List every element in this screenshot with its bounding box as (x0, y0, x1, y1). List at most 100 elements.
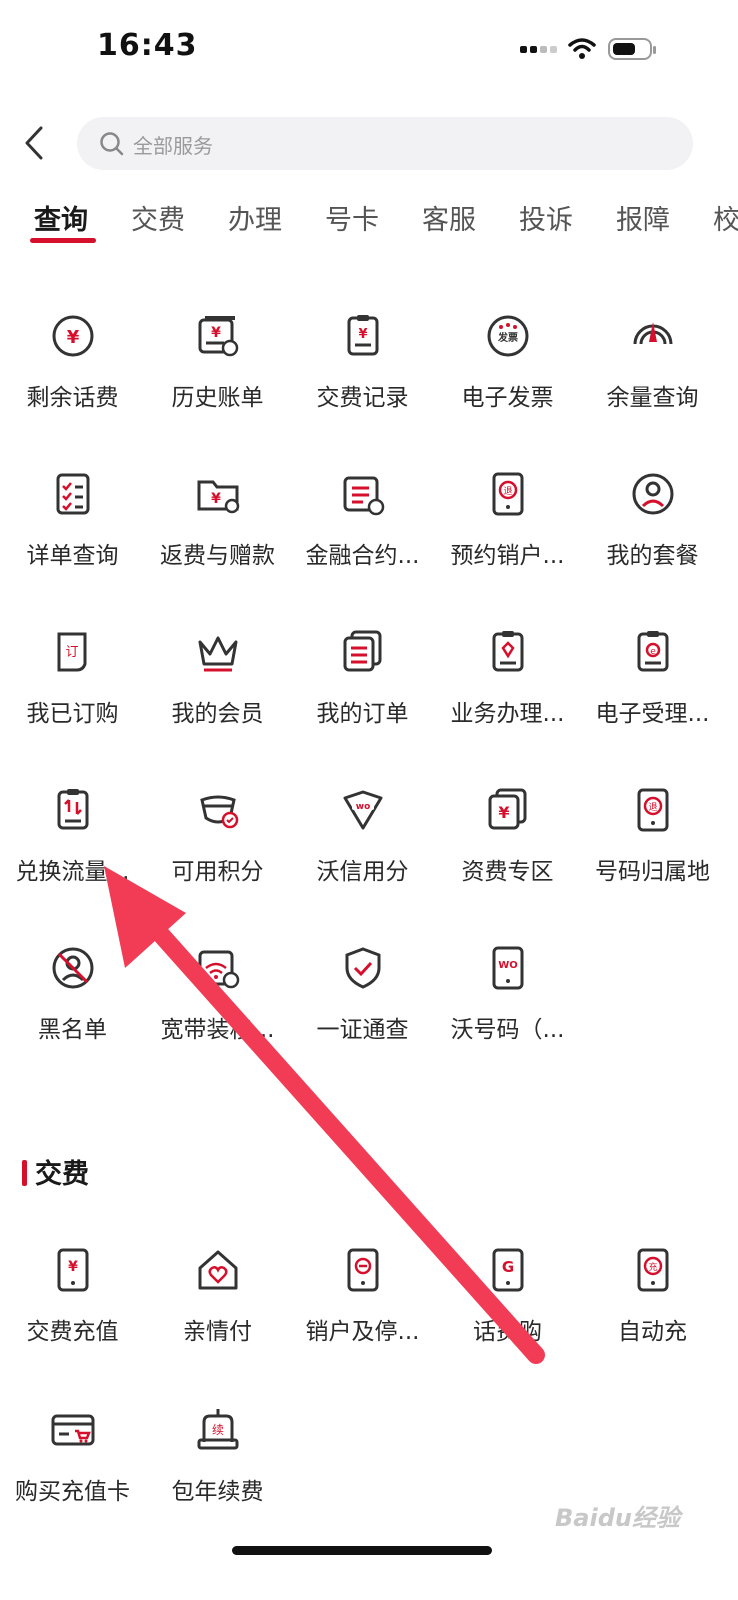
tariff-icon (484, 786, 532, 834)
watermark: Baidu经验 (555, 1504, 680, 1532)
broadband-icon (194, 944, 242, 992)
grid-item-number-location[interactable]: 号码归属地 (580, 786, 725, 906)
grid-item-label: 购买充值卡 (15, 1479, 130, 1505)
wo-credit-icon (339, 786, 387, 834)
invoice-icon (484, 312, 532, 360)
section-accent-bar (22, 1160, 27, 1186)
tab-number-card[interactable]: 号卡 (325, 198, 379, 237)
phone-g-icon (484, 1246, 532, 1294)
grid-item-refund-gift[interactable]: 返费与赠款 (145, 470, 290, 590)
wifi-icon (568, 38, 596, 59)
grid-item-label: 自动充 (618, 1319, 687, 1345)
grid-item-label: 预约销户... (450, 543, 565, 569)
phone-location-icon (629, 786, 677, 834)
grid-item-label: 电子受理... (595, 701, 710, 727)
section-title-pay: 交费 (22, 1152, 89, 1191)
blacklist-icon (49, 944, 97, 992)
tab-query[interactable]: 查询 (34, 198, 88, 237)
phone-auto-icon (629, 1246, 677, 1294)
grid-item-label: 包年续费 (171, 1479, 264, 1505)
grid-item-e-acceptance[interactable]: 电子受理... (580, 628, 725, 748)
tab-report-fault[interactable]: 报障 (616, 198, 670, 237)
grid-item-label: 沃号码（... (450, 1017, 565, 1043)
grid-item-blacklist[interactable]: 黑名单 (0, 944, 145, 1064)
battery-icon (608, 38, 656, 60)
search-icon (100, 132, 124, 156)
grid-item-annual-renew[interactable]: 包年续费 (145, 1406, 290, 1526)
active-tab-indicator (30, 238, 96, 243)
wo-phone-icon (484, 944, 532, 992)
refund-folder-icon (194, 470, 242, 518)
tab-handle[interactable]: 办理 (228, 198, 282, 237)
grid-item-exchange-data[interactable]: 兑换流量... (0, 786, 145, 906)
grid-item-family-pay[interactable]: 亲情付 (145, 1246, 290, 1366)
grid-item-top-up[interactable]: 交费充值 (0, 1246, 145, 1366)
grid-item-finance-contract[interactable]: 金融合约... (290, 470, 435, 590)
grid-item-label: 销户及停... (305, 1319, 420, 1345)
grid-item-id-check[interactable]: 一证通查 (290, 944, 435, 1064)
grid-item-my-plan[interactable]: 我的套餐 (580, 470, 725, 590)
grid-item-label: 交费记录 (316, 385, 409, 411)
grid-item-label: 话费购 (473, 1319, 542, 1345)
grid-item-label: 我的套餐 (606, 543, 699, 569)
cellular-signal-icon (520, 38, 560, 57)
grid-item-remaining-balance[interactable]: 剩余话费 (0, 312, 145, 432)
grid-item-subscribed[interactable]: 我已订购 (0, 628, 145, 748)
clipboard-icon (339, 312, 387, 360)
grid-item-label: 详单查询 (26, 543, 119, 569)
grid-item-label: 我已订购 (26, 701, 119, 727)
grid-item-label: 我的会员 (171, 701, 264, 727)
home-indicator[interactable] (232, 1546, 492, 1555)
tab-pay[interactable]: 交费 (131, 198, 185, 237)
grid-item-label: 宽带装移... (160, 1017, 275, 1043)
grid-item-credit-shopping[interactable]: 话费购 (435, 1246, 580, 1366)
grid-item-broadband-install[interactable]: 宽带装移... (145, 944, 290, 1064)
grid-item-tariff-zone[interactable]: 资费专区 (435, 786, 580, 906)
grid-item-label: 一证通查 (316, 1017, 409, 1043)
grid-item-cancel-suspend[interactable]: 销户及停... (290, 1246, 435, 1366)
user-circle-icon (629, 470, 677, 518)
grid-item-usage-query[interactable]: 余量查询 (580, 312, 725, 432)
section-title-text: 交费 (35, 1159, 89, 1190)
grid-item-label: 交费充值 (26, 1319, 119, 1345)
grid-item-label: 黑名单 (38, 1017, 107, 1043)
tab-customer-service[interactable]: 客服 (422, 198, 476, 237)
grid-item-my-membership[interactable]: 我的会员 (145, 628, 290, 748)
service-clipboard-icon (484, 628, 532, 676)
renew-icon (194, 1406, 242, 1454)
grid-item-label: 我的订单 (316, 701, 409, 727)
back-arrow-icon[interactable] (22, 125, 46, 161)
grid-item-label: 可用积分 (171, 859, 264, 885)
tab-more[interactable]: 校 (713, 198, 738, 237)
grid-item-label: 业务办理... (450, 701, 565, 727)
grid-item-payment-record[interactable]: 交费记录 (290, 312, 435, 432)
gauge-icon (629, 312, 677, 360)
bill-history-icon (194, 312, 242, 360)
grid-item-e-invoice[interactable]: 电子发票 (435, 312, 580, 432)
grid-item-label: 余量查询 (606, 385, 699, 411)
crown-icon (194, 628, 242, 676)
grid-item-label: 剩余话费 (26, 385, 119, 411)
grid-item-label: 沃信用分 (316, 859, 409, 885)
search-input[interactable]: 全部服务 (77, 117, 693, 170)
contract-icon (339, 470, 387, 518)
grid-item-wo-number[interactable]: 沃号码（... (435, 944, 580, 1064)
grid-item-detail-query[interactable]: 详单查询 (0, 470, 145, 590)
tab-complaint[interactable]: 投诉 (519, 198, 573, 237)
orders-icon (339, 628, 387, 676)
status-time: 16:43 (97, 28, 198, 63)
family-heart-icon (194, 1246, 242, 1294)
phone-cancel-icon (484, 470, 532, 518)
grid-item-history-bill[interactable]: 历史账单 (145, 312, 290, 432)
grid-item-reserve-cancel[interactable]: 预约销户... (435, 470, 580, 590)
card-cart-icon (49, 1406, 97, 1454)
grid-item-buy-card[interactable]: 购买充值卡 (0, 1406, 145, 1526)
grid-item-service-handling[interactable]: 业务办理... (435, 628, 580, 748)
status-bar: 16:43 (0, 0, 738, 100)
grid-item-label: 资费专区 (461, 859, 554, 885)
grid-item-my-orders[interactable]: 我的订单 (290, 628, 435, 748)
grid-item-available-points[interactable]: 可用积分 (145, 786, 290, 906)
grid-item-auto-top-up[interactable]: 自动充 (580, 1246, 725, 1366)
grid-item-label: 亲情付 (183, 1319, 252, 1345)
grid-item-wo-credit[interactable]: 沃信用分 (290, 786, 435, 906)
